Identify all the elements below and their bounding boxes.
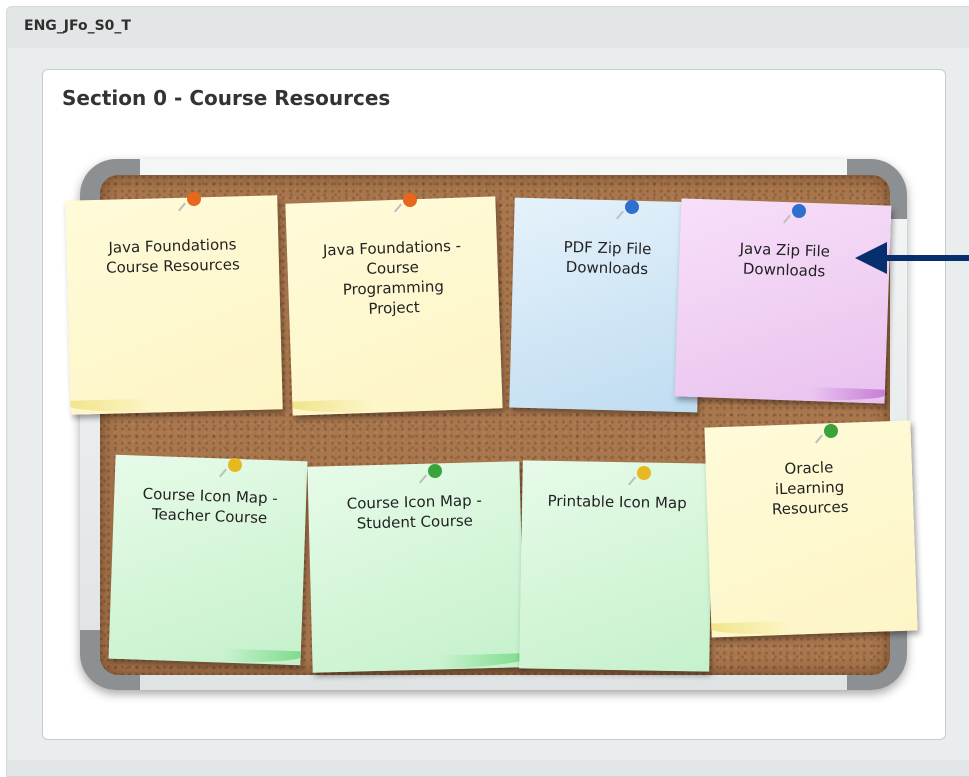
pushpin-icon: [187, 192, 201, 206]
note-label: Java Zip File Downloads: [739, 239, 831, 281]
note-java-zip-file-downloads[interactable]: Java Zip File Downloads: [674, 198, 892, 404]
arrow-head: [855, 242, 887, 274]
pushpin-icon: [228, 458, 242, 472]
note-printable-icon-map[interactable]: Printable Icon Map: [519, 460, 713, 672]
note-label: Printable Icon Map: [547, 491, 687, 513]
pushpin-icon: [824, 424, 838, 438]
note-label: Java Foundations Course Resources: [105, 235, 241, 277]
pushpin-icon: [637, 466, 651, 480]
note-course-icon-map-teacher[interactable]: Course Icon Map - Teacher Course: [108, 454, 308, 666]
arrow-left-icon: [880, 255, 969, 261]
pushpin-icon: [625, 200, 639, 214]
note-label: PDF Zip File Downloads: [563, 237, 652, 279]
note-pdf-zip-file-downloads[interactable]: PDF Zip File Downloads: [509, 197, 703, 413]
note-course-icon-map-student[interactable]: Course Icon Map - Student Course: [307, 461, 525, 673]
pushpin-icon: [792, 204, 806, 218]
window-title: ENG_JFo_S0_T: [24, 18, 131, 34]
note-label: Course Icon Map - Student Course: [346, 491, 483, 533]
note-oracle-ilearning-resources[interactable]: Oracle iLearning Resources: [704, 420, 918, 638]
pushpin-icon: [403, 193, 417, 207]
note-label: Course Icon Map - Teacher Course: [142, 484, 279, 528]
section-title: Section 0 - Course Resources: [62, 86, 391, 110]
note-label: Oracle iLearning Resources: [771, 458, 849, 519]
note-java-foundations-course-resources[interactable]: Java Foundations Course Resources: [65, 195, 283, 415]
pushpin-icon: [428, 464, 442, 478]
note-label: Java Foundations - Course Programming Pr…: [322, 236, 462, 318]
note-course-programming-project[interactable]: Java Foundations - Course Programming Pr…: [285, 196, 503, 416]
